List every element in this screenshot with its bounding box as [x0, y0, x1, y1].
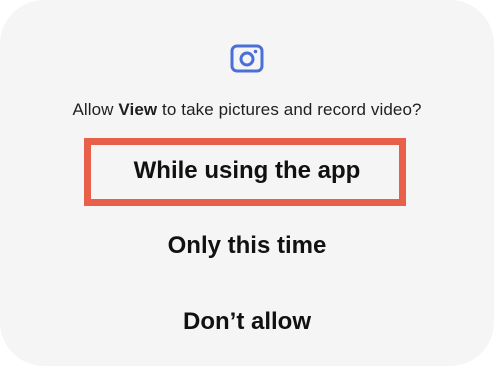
permission-dialog: Allow View to take pictures and record v…	[0, 0, 494, 366]
camera-icon	[230, 44, 264, 73]
prompt-prefix: Allow	[72, 100, 119, 119]
prompt-suffix: to take pictures and record video?	[157, 100, 422, 119]
app-name: View	[118, 100, 158, 119]
dont-allow-button[interactable]: Don’t allow	[0, 308, 494, 336]
only-this-time-button[interactable]: Only this time	[0, 232, 494, 260]
while-using-app-button[interactable]: While using the app	[0, 157, 494, 185]
permission-prompt: Allow View to take pictures and record v…	[0, 100, 494, 120]
